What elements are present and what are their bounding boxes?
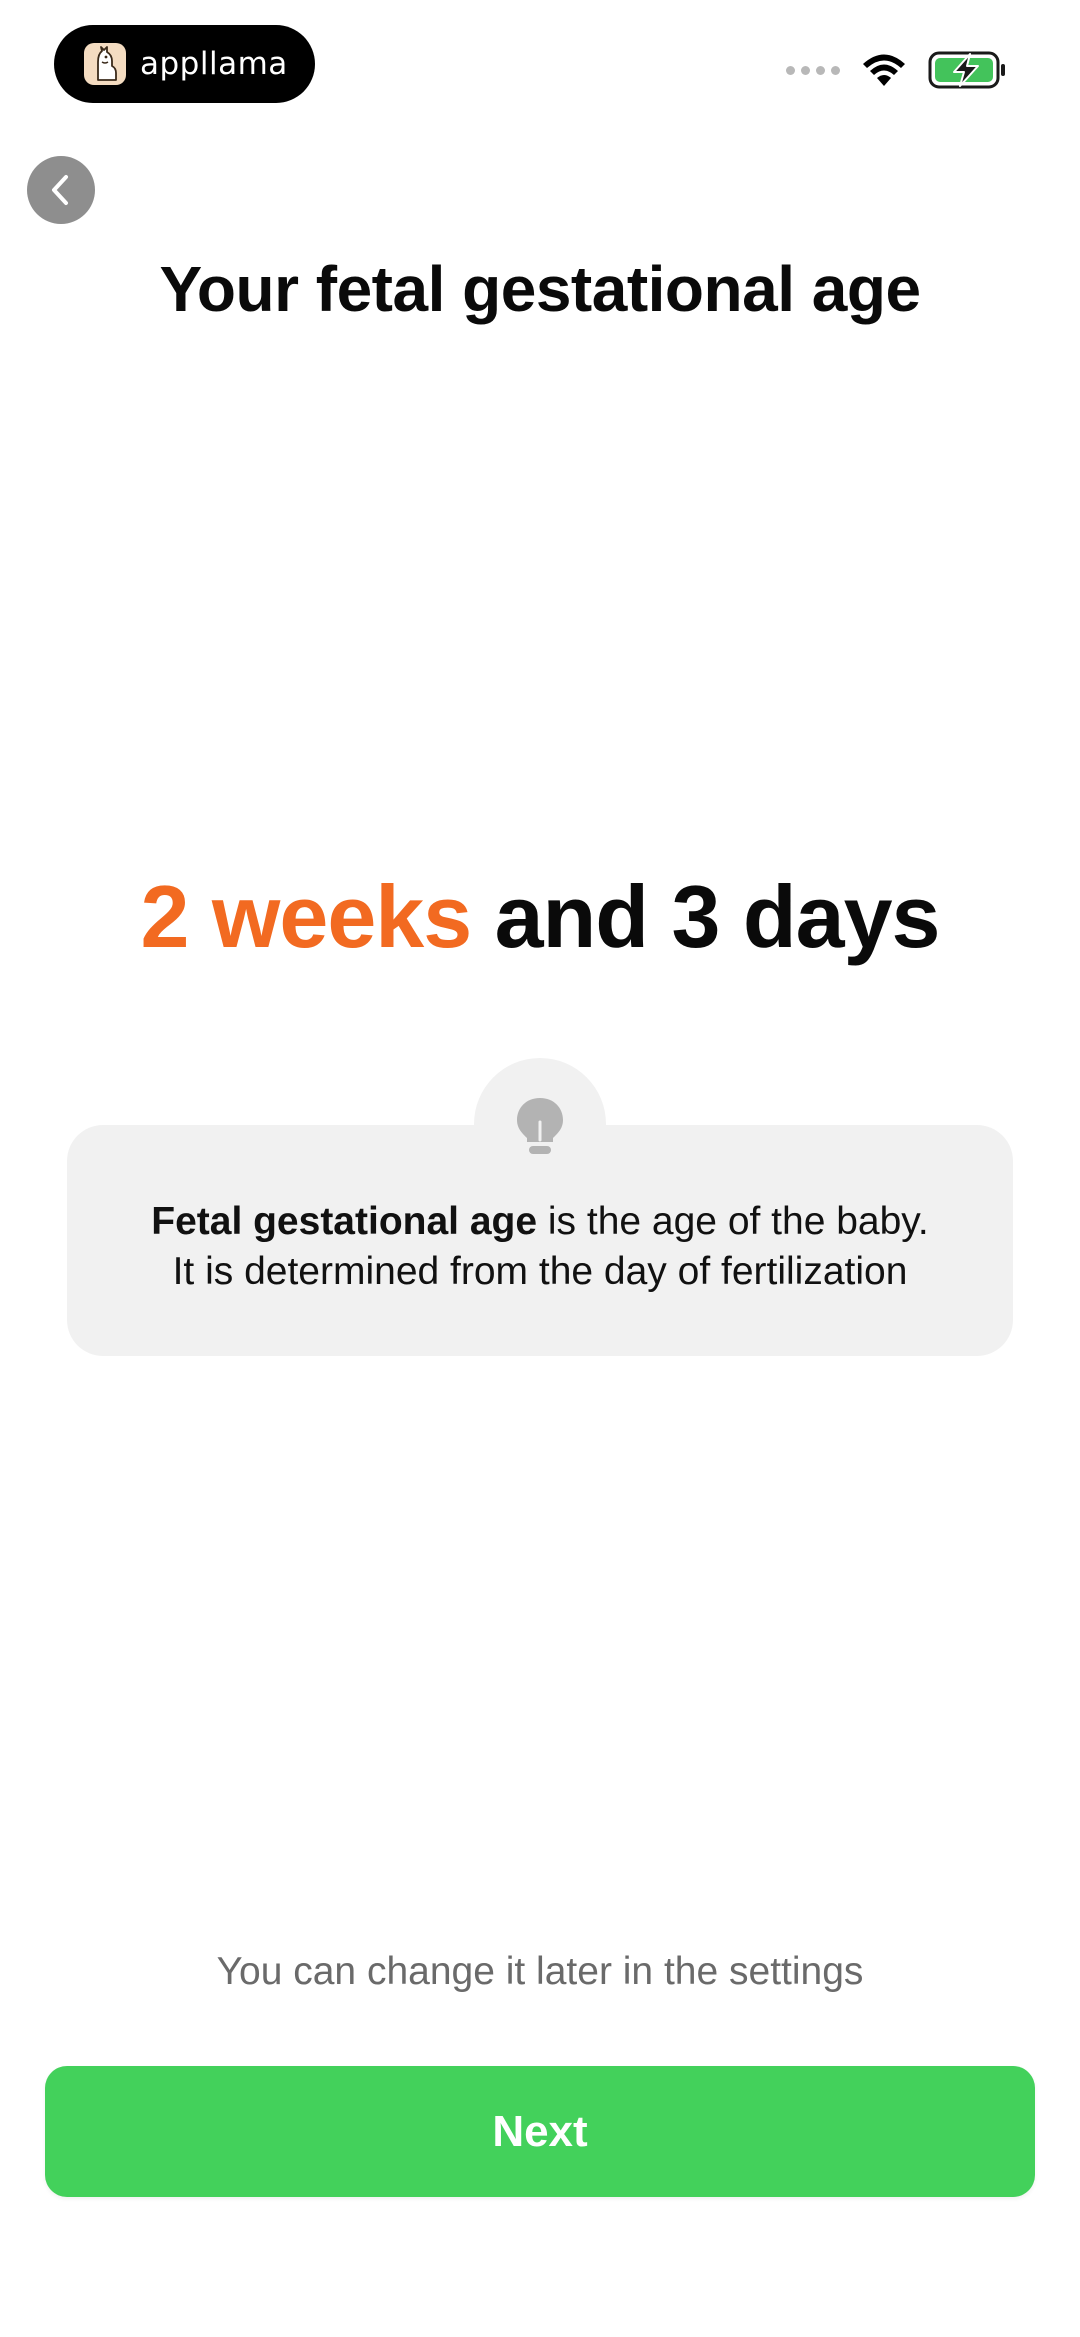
signal-dots-icon — [786, 65, 840, 75]
brand-badge: appllama — [54, 25, 315, 103]
info-line-1-rest: is the age of the baby. — [537, 1199, 929, 1243]
lightbulb-icon — [517, 1098, 563, 1154]
age-days: and 3 days — [471, 867, 941, 966]
settings-hint: You can change it later in the settings — [216, 1950, 864, 1993]
battery-charging-icon — [928, 51, 1005, 89]
info-card: Fetal gestational age is the age of the … — [67, 1125, 1013, 1356]
brand-name: appllama — [140, 46, 288, 82]
status-icons — [786, 48, 1008, 92]
screen: appllama Your fetal gestational age 2 we… — [0, 0, 1080, 2337]
next-button[interactable]: Next — [45, 2066, 1035, 2197]
llama-logo-icon — [84, 43, 126, 85]
page-title: Your fetal gestational age — [159, 253, 921, 325]
back-button[interactable] — [27, 156, 95, 224]
info-term: Fetal gestational age — [151, 1199, 538, 1243]
info-line-1: Fetal gestational age is the age of the … — [151, 1197, 929, 1247]
gestational-age-value: 2 weeks and 3 days — [0, 866, 1080, 968]
wifi-icon — [863, 54, 905, 86]
chevron-left-icon — [52, 175, 68, 205]
info-line-2: It is determined from the day of fertili… — [172, 1249, 908, 1293]
age-weeks: 2 weeks — [140, 867, 473, 966]
